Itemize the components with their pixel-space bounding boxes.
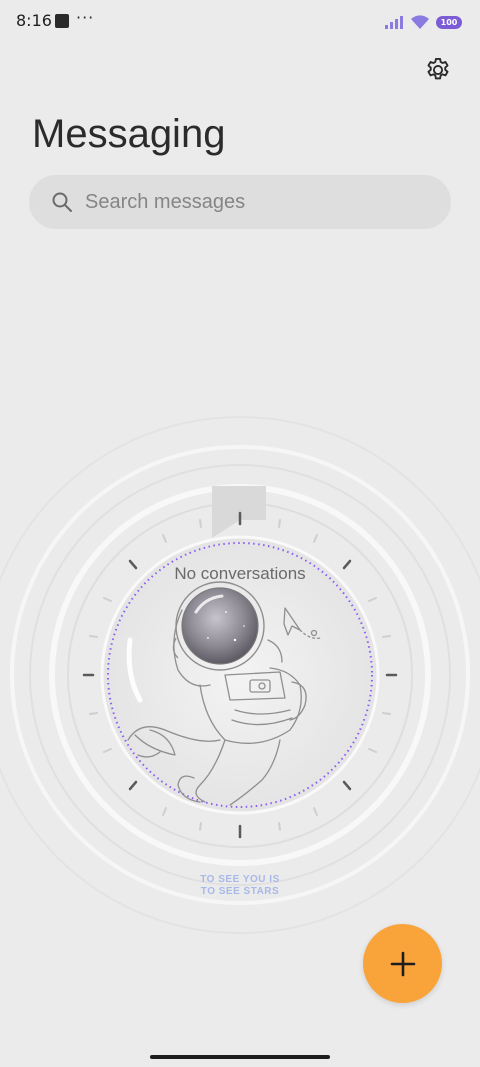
plus-icon — [390, 951, 415, 976]
home-indicator[interactable] — [150, 1055, 330, 1059]
messaging-screen: 8:16 ··· 100 Messaging Search messages N… — [0, 0, 480, 1067]
empty-state-message: No conversations — [174, 564, 306, 583]
status-bar: 8:16 ··· 100 — [0, 0, 480, 44]
empty-state-tagline: TO SEE YOU IS TO SEE STARS — [0, 874, 480, 898]
search-input[interactable] — [83, 189, 427, 215]
new-message-button[interactable] — [363, 924, 442, 1003]
battery-icon: 100 — [436, 15, 462, 29]
search-icon — [51, 191, 73, 213]
page-title: Messaging — [32, 112, 226, 156]
wifi-icon — [411, 15, 429, 29]
status-indicators: 100 — [384, 12, 462, 32]
notification-app-icon — [55, 14, 69, 28]
settings-button[interactable] — [418, 52, 458, 88]
search-bar[interactable] — [29, 175, 451, 229]
tagline-line-2: TO SEE STARS — [200, 886, 280, 897]
gear-icon — [427, 57, 449, 80]
tagline-line-1: TO SEE YOU IS — [200, 874, 280, 885]
signal-icon — [385, 16, 403, 29]
status-time: 8:16 — [16, 11, 52, 30]
more-notifications-icon: ··· — [76, 8, 95, 27]
